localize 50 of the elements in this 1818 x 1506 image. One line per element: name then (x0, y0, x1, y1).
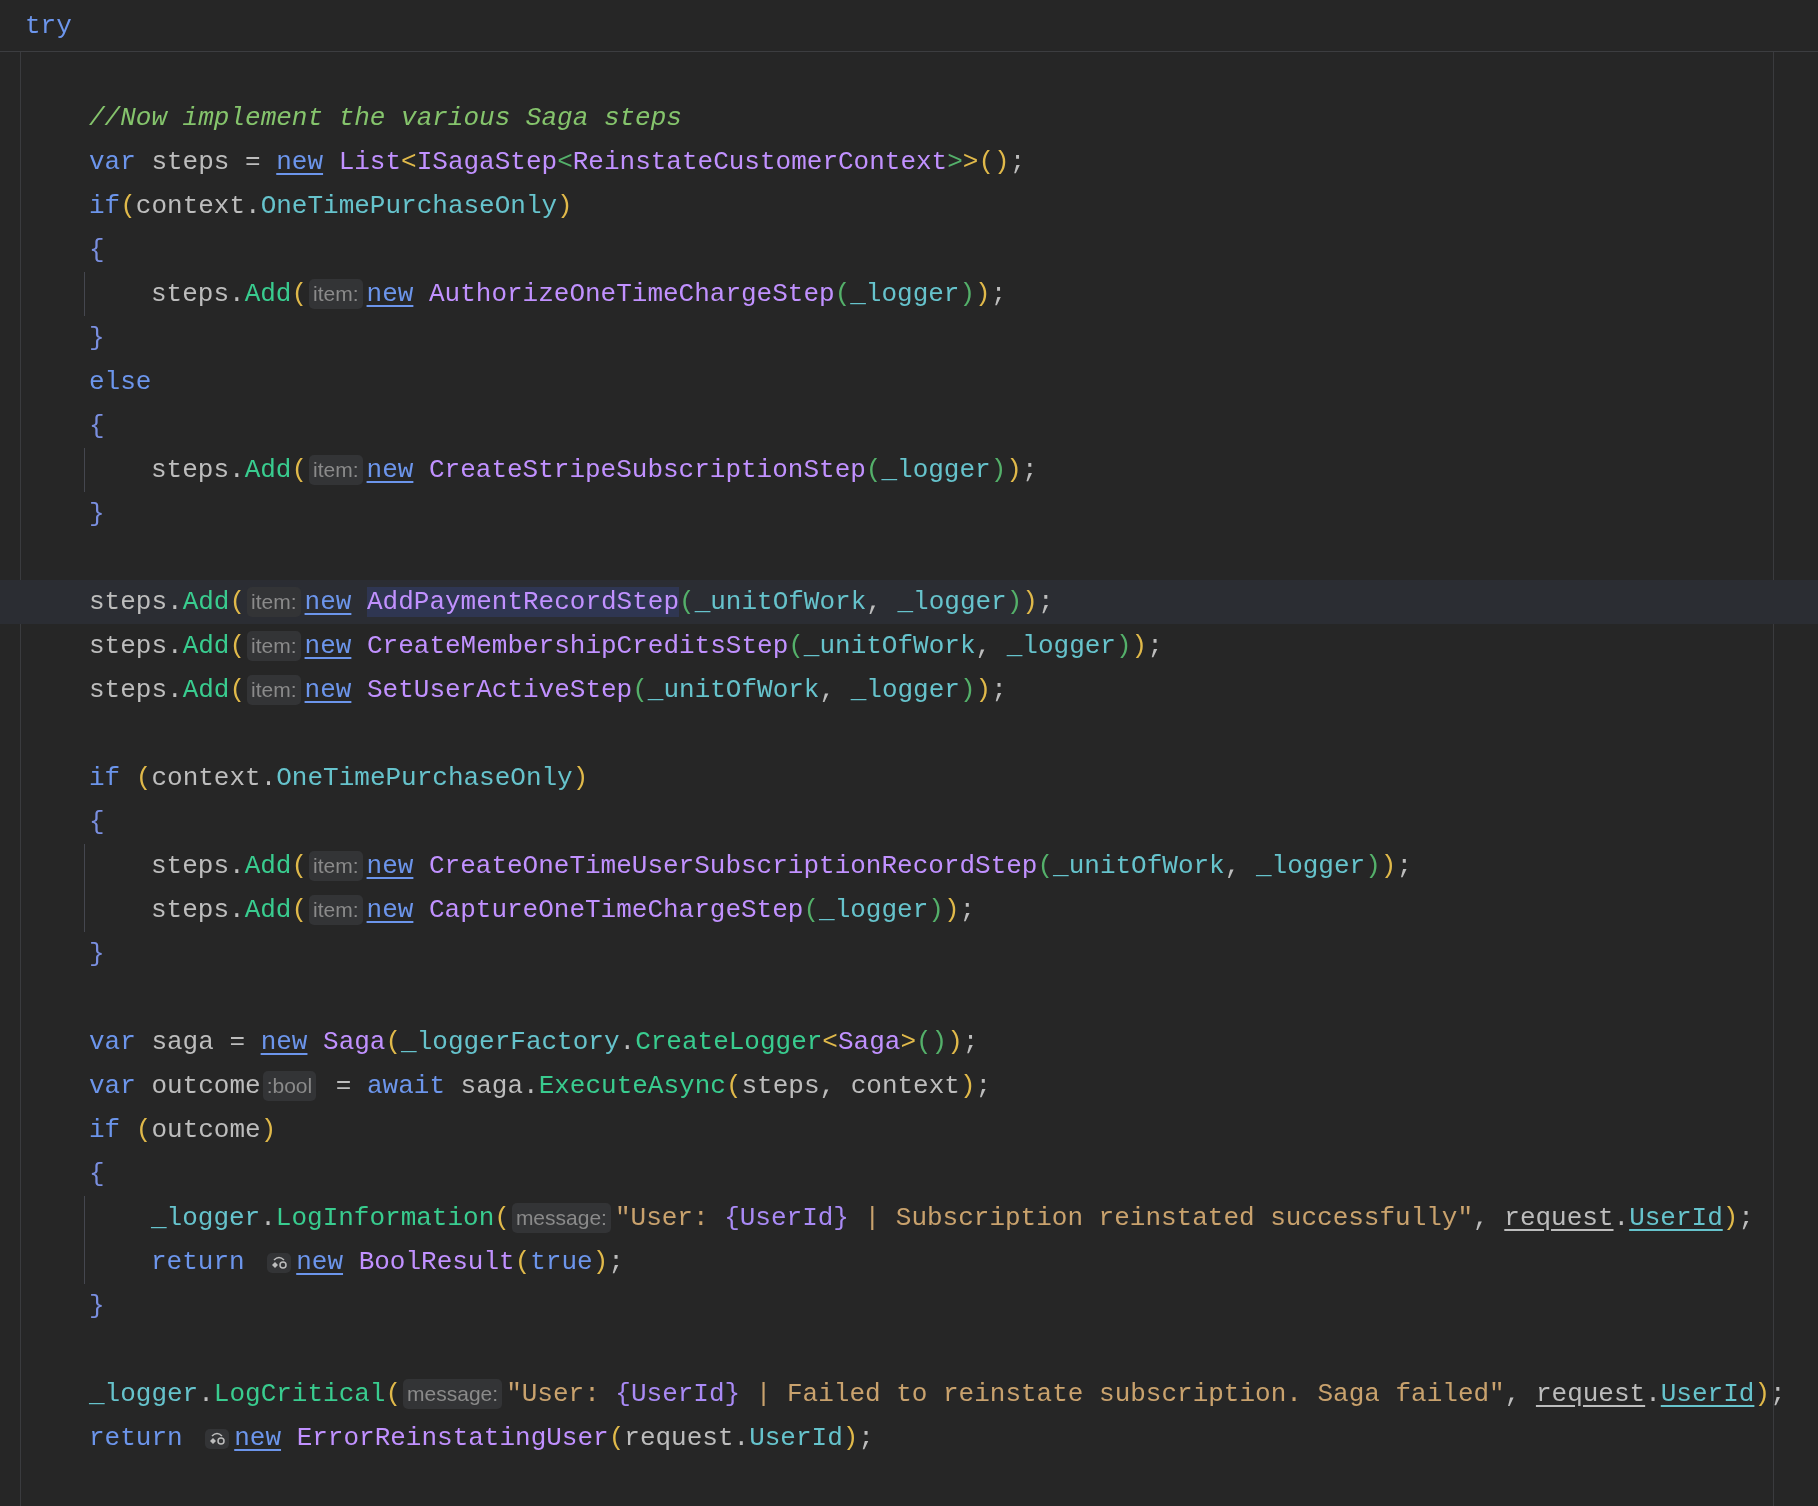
code-text: { (89, 806, 105, 838)
code-text: "User: {UserId} | Failed to reinstate subscription. Saga failed", request.UserId); (506, 1378, 1786, 1410)
code-text: steps.Add( (151, 454, 308, 486)
parameter-hint: item: (247, 675, 301, 705)
parameter-hint: item: (309, 279, 363, 309)
parameter-hint: message: (511, 1203, 611, 1233)
code-text: new ErrorReinstatingUser(request.UserId); (234, 1422, 874, 1454)
code-text: "User: {UserId} | Subscription reinstated successfully", request.UserId); (614, 1202, 1754, 1234)
code-text: return (89, 1422, 184, 1454)
code-text: new CreateMembershipCreditsStep(_unitOfWork, _logger)); (304, 630, 1163, 662)
parameter-hint: item: (309, 895, 363, 925)
code-text: new SetUserActiveStep(_unitOfWork, _logger)); (304, 674, 1007, 706)
code-text: new CreateStripeSubscriptionStep(_logger)); (366, 454, 1038, 486)
parameter-hint: item: (247, 587, 301, 617)
code-text: new CaptureOneTimeChargeStep(_logger)); (366, 894, 976, 926)
code-text: new CreateOneTimeUserSubscriptionRecordStep(_unitOfWork, _logger)); (366, 850, 1412, 882)
code-text: { (89, 410, 105, 442)
parameter-hint: item: (247, 631, 301, 661)
code-text: } (89, 938, 105, 970)
code-text: steps.Add( (151, 850, 308, 882)
code-text: { (89, 1158, 105, 1190)
code-text: steps.Add( (151, 278, 308, 310)
code-text: = await saga.ExecuteAsync(steps, context); (334, 1070, 992, 1102)
code-text: } (89, 498, 105, 530)
code-text: if (context.OneTimePurchaseOnly) (89, 762, 589, 794)
parameter-hint: message: (403, 1379, 503, 1409)
code-text: var outcome (89, 1070, 261, 1102)
parameter-hint: item: (309, 851, 363, 881)
code-text: steps.Add( (151, 894, 308, 926)
code-text: new AuthorizeOneTimeChargeStep(_logger)); (366, 278, 1007, 310)
code-text: } (89, 1290, 105, 1322)
code-text: new AddPaymentRecordStep(_unitOfWork, _logger)); (304, 586, 1054, 618)
code-text: } (89, 322, 105, 354)
code-text: if (outcome) (89, 1114, 277, 1146)
code-text: var steps = new List<ISagaStep<ReinstateCustomerContext>>(); (89, 146, 1026, 178)
code-text: _logger.LogCritical( (89, 1378, 402, 1410)
code-text: steps.Add( (89, 630, 246, 662)
parameter-hint: item: (309, 455, 363, 485)
code-text: steps.Add( (89, 586, 246, 618)
code-text: _logger.LogInformation( (151, 1202, 510, 1234)
code-text: return (151, 1246, 246, 1278)
code-text: if(context.OneTimePurchaseOnly) (89, 190, 573, 222)
code-text: new BoolResult(true); (296, 1246, 624, 1278)
code-text: else (89, 366, 152, 398)
code-text: try (25, 9, 72, 42)
code-text: //Now implement the various Saga steps (89, 102, 682, 134)
code-text: { (89, 234, 105, 266)
code-text: steps.Add( (89, 674, 246, 706)
code-text: var saga = new Saga(_loggerFactory.CreateLogger<Saga>()); (89, 1026, 979, 1058)
parameter-hint: :bool (262, 1071, 317, 1101)
